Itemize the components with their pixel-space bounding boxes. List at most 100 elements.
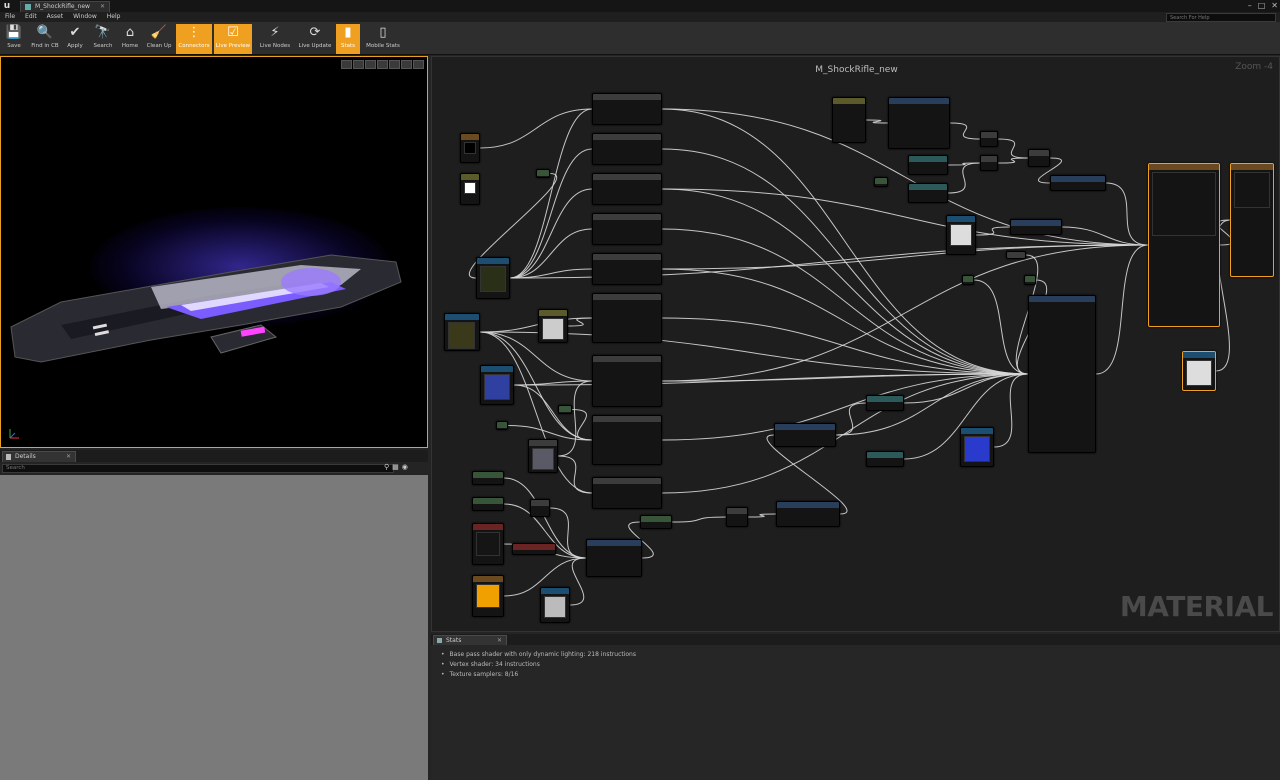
graph-node[interactable] (1028, 295, 1096, 453)
node-preview (448, 322, 475, 349)
connectors-button[interactable]: ⋮ Connectors (176, 24, 212, 54)
graph-node[interactable] (1050, 175, 1106, 191)
graph-node[interactable] (444, 313, 480, 351)
graph-node[interactable] (1182, 351, 1216, 391)
maximize-button[interactable]: □ (1258, 1, 1266, 10)
eye-icon[interactable]: ◉ (402, 463, 408, 471)
graph-node[interactable] (962, 275, 974, 285)
graph-node[interactable] (1024, 275, 1036, 285)
graph-node[interactable] (592, 355, 662, 407)
graph-node[interactable] (480, 365, 514, 405)
graph-node[interactable] (888, 97, 950, 149)
graph-node[interactable] (980, 155, 998, 171)
graph-node[interactable] (980, 131, 998, 147)
graph-node[interactable] (592, 93, 662, 125)
details-tab[interactable]: Details ✕ (2, 451, 76, 462)
graph-node[interactable] (874, 177, 888, 187)
graph-node[interactable] (592, 415, 662, 465)
graph-node[interactable] (640, 515, 672, 529)
minimize-button[interactable]: – (1248, 1, 1252, 10)
details-search-input[interactable]: Search (2, 464, 394, 473)
apply-button[interactable]: ✔ Apply (62, 24, 88, 54)
preview-viewport[interactable] (0, 56, 428, 448)
show-button[interactable] (365, 60, 376, 69)
stats-tab[interactable]: Stats ✕ (433, 635, 507, 645)
graph-node[interactable] (472, 497, 504, 511)
graph-node[interactable] (1006, 251, 1026, 259)
menu-edit[interactable]: Edit (20, 12, 42, 22)
graph-node[interactable] (592, 293, 662, 343)
node-wire (661, 244, 1149, 270)
save-button[interactable]: 💾 Save (2, 24, 26, 54)
graph-node[interactable] (460, 133, 480, 163)
maximize-viewport-button[interactable] (413, 60, 424, 69)
graph-node[interactable] (476, 257, 510, 299)
graph-node[interactable] (1028, 149, 1050, 167)
search-icon[interactable]: ⚲ (384, 463, 389, 471)
graph-node[interactable] (530, 499, 550, 517)
help-search-input[interactable]: Search For Help (1166, 13, 1276, 22)
graph-node[interactable] (558, 405, 572, 414)
lit-button[interactable] (353, 60, 364, 69)
graph-node[interactable] (512, 543, 556, 555)
graph-node[interactable] (908, 183, 948, 203)
grid-view-icon[interactable]: ▦ (392, 463, 399, 471)
graph-node[interactable] (908, 155, 948, 175)
graph-node[interactable] (726, 507, 748, 527)
graph-node[interactable] (832, 97, 866, 143)
graph-node[interactable] (592, 213, 662, 245)
material-graph[interactable]: M_ShockRifle_new Zoom -4 MATERIAL (431, 56, 1280, 632)
home-button[interactable]: ⌂ Home (118, 24, 142, 54)
graph-node[interactable] (776, 501, 840, 527)
graph-node[interactable] (1230, 163, 1274, 277)
node-header (981, 156, 997, 162)
close-tab-icon[interactable]: ✕ (100, 2, 105, 12)
mobile-stats-button[interactable]: ▯ Mobile Stats (364, 24, 402, 54)
graph-node[interactable] (946, 215, 976, 255)
live-update-button[interactable]: ⟳ Live Update (296, 24, 334, 54)
graph-node[interactable] (774, 423, 836, 447)
graph-node[interactable] (496, 421, 508, 430)
close-window-button[interactable]: ✕ (1271, 1, 1278, 10)
graph-node[interactable] (1148, 163, 1220, 327)
search-button[interactable]: 🔭 Search (90, 24, 116, 54)
graph-node[interactable] (472, 575, 504, 617)
document-tab[interactable]: M_ShockRifle_new ✕ (20, 1, 110, 12)
camera-button[interactable] (377, 60, 388, 69)
graph-node[interactable] (460, 173, 480, 205)
graph-node[interactable] (472, 523, 504, 565)
unreal-logo-icon[interactable]: u (2, 1, 12, 11)
graph-node[interactable] (472, 471, 504, 485)
close-stats-icon[interactable]: ✕ (497, 636, 502, 645)
clean-up-button[interactable]: 🧹 Clean Up (144, 24, 174, 54)
close-details-icon[interactable]: ✕ (66, 452, 71, 462)
graph-node[interactable] (538, 309, 568, 343)
realtime-button[interactable] (401, 60, 412, 69)
view-mode-button[interactable] (341, 60, 352, 69)
graph-node[interactable] (960, 427, 994, 467)
graph-node[interactable] (528, 439, 558, 473)
graph-node[interactable] (540, 587, 570, 623)
menu-file[interactable]: File (0, 12, 20, 22)
graph-node[interactable] (866, 395, 904, 411)
live-preview-button[interactable]: ☑ Live Preview (214, 24, 252, 54)
toolbar-button-label: Stats (340, 43, 356, 49)
menu-window[interactable]: Window (68, 12, 102, 22)
toolbar-button-label: Apply (67, 43, 83, 49)
find-in-cb-button[interactable]: 🔍 Find in CB (30, 24, 60, 54)
graph-node[interactable] (592, 253, 662, 285)
graph-node[interactable] (592, 173, 662, 205)
node-header (473, 472, 503, 478)
graph-node[interactable] (586, 539, 642, 577)
menu-asset[interactable]: Asset (42, 12, 68, 22)
graph-node[interactable] (536, 169, 550, 178)
live-nodes-button[interactable]: ⚡ Live Nodes (258, 24, 292, 54)
graph-node[interactable] (866, 451, 904, 467)
preview-mesh-button[interactable] (389, 60, 400, 69)
graph-node[interactable] (592, 133, 662, 165)
menu-help[interactable]: Help (102, 12, 126, 22)
toolbar-button-label: Search (93, 43, 113, 49)
graph-node[interactable] (592, 477, 662, 509)
stats-button[interactable]: ▮ Stats (336, 24, 360, 54)
graph-node[interactable] (1010, 219, 1062, 235)
